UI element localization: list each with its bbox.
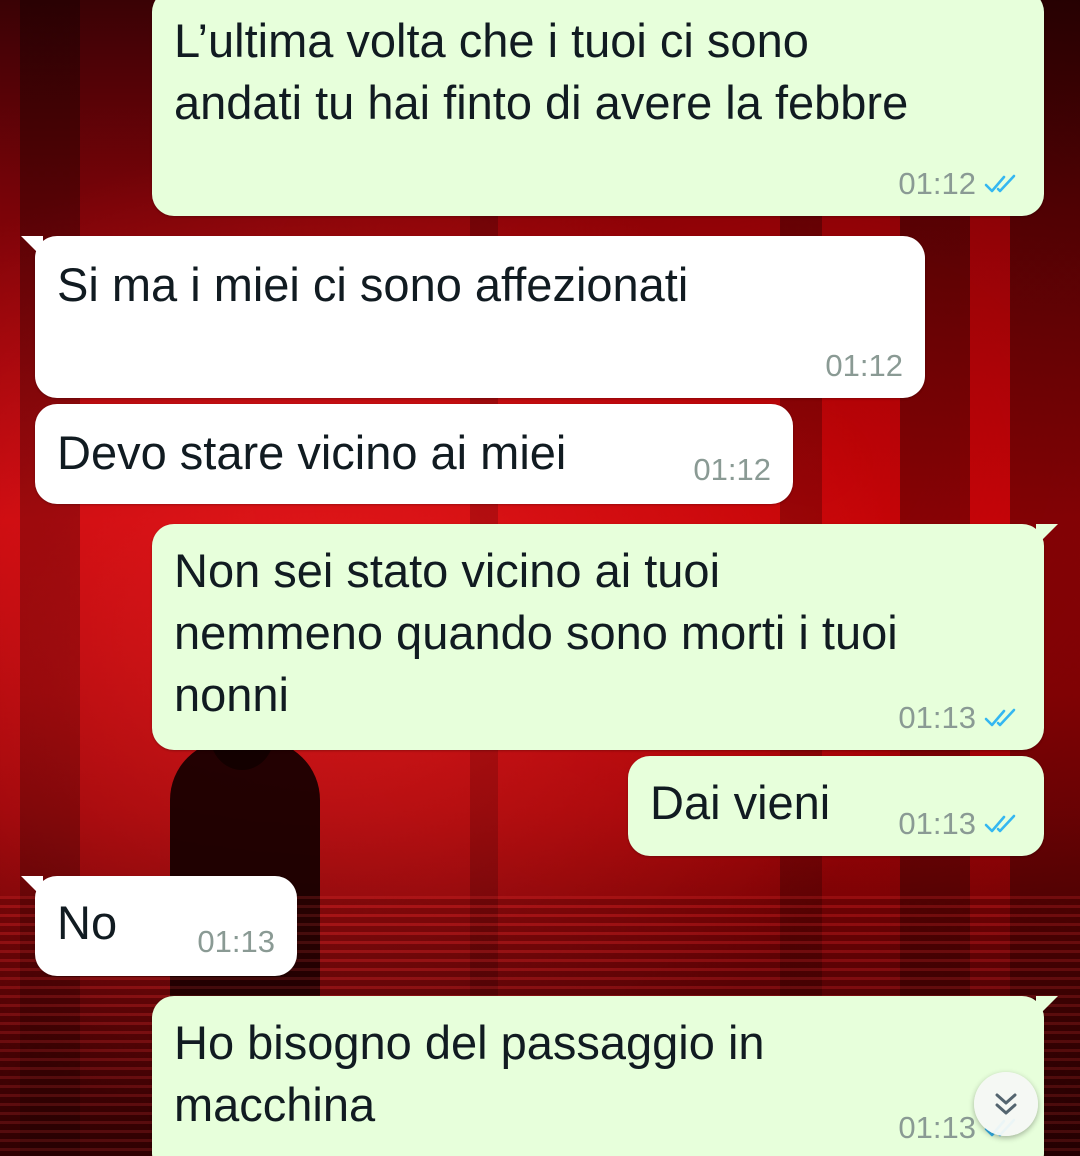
message-time: 01:13 bbox=[197, 924, 275, 959]
message-meta: 01:13 bbox=[197, 924, 275, 960]
message-text: Dai vieni bbox=[650, 776, 831, 829]
message-bubble-outgoing[interactable]: Non sei stato vicino ai tuoi nemmeno qua… bbox=[152, 524, 1058, 750]
message-time: 01:12 bbox=[825, 348, 903, 383]
double-chevron-down-icon bbox=[995, 1093, 1017, 1115]
read-ticks-icon bbox=[984, 708, 1016, 727]
message-time: 01:12 bbox=[898, 166, 976, 201]
read-ticks-icon bbox=[984, 174, 1016, 193]
message-list[interactable]: L’ultima volta che i tuoi ci sono andati… bbox=[0, 0, 1080, 1156]
message-bubble-incoming[interactable]: No 01:13 bbox=[21, 876, 297, 976]
message-bubble-incoming[interactable]: Devo stare vicino ai miei 01:12 bbox=[35, 404, 793, 504]
message-time: 01:12 bbox=[693, 452, 771, 487]
message-text: Non sei stato vicino ai tuoi nemmeno qua… bbox=[174, 544, 898, 721]
message-text: L’ultima volta che i tuoi ci sono andati… bbox=[174, 14, 909, 129]
message-meta: 01:13 bbox=[898, 700, 1022, 736]
read-ticks-icon bbox=[984, 814, 1016, 833]
message-time: 01:13 bbox=[898, 806, 976, 841]
message-bubble-outgoing[interactable]: Dai vieni 01:13 bbox=[628, 756, 1044, 856]
message-text: Si ma i miei ci sono affezionati bbox=[57, 258, 689, 311]
message-time: 01:13 bbox=[898, 700, 976, 735]
message-meta: 01:12 bbox=[693, 452, 771, 488]
message-bubble-outgoing[interactable]: L’ultima volta che i tuoi ci sono andati… bbox=[152, 0, 1044, 216]
message-text: Ho bisogno del passaggio in macchina bbox=[174, 1016, 765, 1131]
message-bubble-incoming[interactable]: Si ma i miei ci sono affezionati 01:12 bbox=[21, 236, 925, 398]
message-text: Devo stare vicino ai miei bbox=[57, 426, 567, 479]
message-meta: 01:12 bbox=[825, 348, 903, 384]
message-meta: 01:12 bbox=[898, 166, 1022, 202]
message-text: No bbox=[57, 896, 118, 949]
scroll-to-bottom-button[interactable] bbox=[974, 1072, 1038, 1136]
message-time: 01:13 bbox=[898, 1110, 976, 1145]
message-bubble-outgoing[interactable]: Ho bisogno del passaggio in macchina 01:… bbox=[152, 996, 1058, 1156]
message-meta: 01:13 bbox=[898, 806, 1022, 842]
